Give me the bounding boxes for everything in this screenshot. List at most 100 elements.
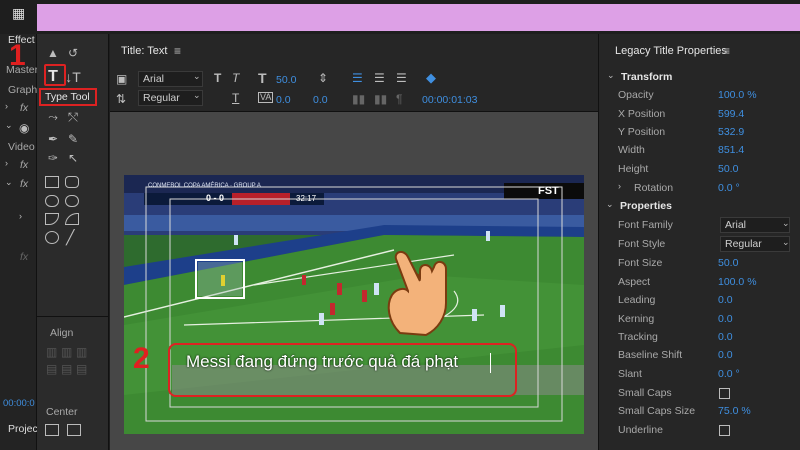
align-center-icon[interactable]: ▥: [61, 346, 72, 358]
chevron-down-icon[interactable]: ⌄: [193, 91, 201, 100]
underline-label: Underline: [618, 424, 663, 436]
font-family-dropdown[interactable]: Arial: [720, 217, 790, 233]
align-top-icon[interactable]: ▤: [46, 363, 57, 375]
width-value[interactable]: 851.4: [718, 144, 744, 156]
rounded-rectangle-tool-icon[interactable]: [65, 176, 79, 188]
underline-row: Underline: [618, 424, 798, 442]
ellipse-tool-icon[interactable]: [45, 231, 59, 244]
area-type-tool-icon[interactable]: ⤳: [44, 108, 62, 126]
clipped-rectangle-tool-icon[interactable]: [45, 195, 59, 207]
align-center-text-icon[interactable]: ☰: [374, 72, 385, 84]
transform-header[interactable]: Transform: [621, 71, 672, 83]
add-anchor-tool-icon[interactable]: ✑: [44, 149, 62, 167]
chevron-right-icon[interactable]: ›: [618, 182, 621, 191]
panel-menu-icon[interactable]: ≡: [723, 45, 730, 57]
chevron-down-icon[interactable]: ⌄: [782, 219, 790, 228]
chevron-down-icon[interactable]: ⌄: [193, 72, 201, 81]
kerning-value[interactable]: 0.0: [718, 313, 733, 325]
rotation-value[interactable]: 0.0 °: [718, 182, 740, 194]
project-tab[interactable]: Projec: [8, 423, 38, 435]
kerning-value[interactable]: 0.0: [276, 94, 291, 106]
rectangle-tool-icon[interactable]: [45, 176, 59, 188]
chevron-down-icon[interactable]: ⌄: [5, 178, 13, 187]
align-right-text-icon[interactable]: ☰: [396, 72, 407, 84]
opacity-value[interactable]: 100.0 %: [718, 89, 757, 101]
small-caps-checkbox[interactable]: [719, 388, 730, 399]
tab-stops-icon[interactable]: ¶: [396, 93, 402, 105]
center-vertical-icon[interactable]: [67, 424, 81, 436]
font-size-icon[interactable]: T: [258, 71, 267, 85]
tracking-value[interactable]: 0.0: [718, 331, 733, 343]
title-timecode[interactable]: 00:00:01:03: [422, 94, 477, 106]
tab-stops-icon[interactable]: ▮▮: [352, 93, 365, 105]
underline-icon[interactable]: T: [232, 92, 239, 104]
wedge-tool-icon[interactable]: [45, 213, 59, 225]
fx-label[interactable]: fx: [20, 159, 28, 171]
show-video-icon[interactable]: ◆: [426, 71, 436, 84]
italic-icon[interactable]: T: [232, 72, 239, 84]
bold-icon[interactable]: T: [214, 72, 221, 84]
align-bottom-icon[interactable]: ▤: [76, 363, 87, 375]
page-title: Title: Text: [121, 45, 168, 57]
font-family-value: Arial: [143, 73, 165, 85]
fx-label[interactable]: fx: [20, 102, 28, 114]
fx-label[interactable]: fx: [20, 178, 28, 190]
leading-value[interactable]: 0.0: [718, 294, 733, 306]
arc-tool-icon[interactable]: [65, 213, 79, 225]
scoreboard-score: 0 - 0: [206, 193, 225, 203]
chevron-down-icon[interactable]: ⌄: [782, 238, 790, 247]
chevron-down-icon[interactable]: ⌄: [606, 200, 614, 209]
slant-value[interactable]: 0.0 °: [718, 368, 740, 380]
align-left-text-icon[interactable]: ☰: [352, 72, 363, 84]
font-size-value[interactable]: 50.0: [718, 257, 738, 269]
broadcaster-logo: FST: [538, 185, 559, 197]
kerning-icon[interactable]: VA: [258, 92, 274, 103]
align-right-icon[interactable]: ▥: [76, 346, 87, 358]
selection-tool-icon[interactable]: ▲: [44, 44, 62, 62]
properties-header[interactable]: Properties: [620, 200, 672, 212]
center-horizontal-icon[interactable]: [45, 424, 59, 436]
convert-anchor-tool-icon[interactable]: ↖: [64, 149, 82, 167]
eye-icon[interactable]: ◉: [19, 122, 29, 134]
roll-crawl-icon[interactable]: ⇅: [116, 93, 126, 105]
font-size-value[interactable]: 50.0: [276, 74, 296, 86]
vertical-type-tool-icon[interactable]: ↓T: [64, 68, 82, 86]
baseline-shift-value[interactable]: 0.0: [718, 349, 733, 361]
chevron-right-icon[interactable]: ›: [19, 212, 22, 221]
font-style-dropdown[interactable]: Regular: [720, 236, 790, 252]
chevron-right-icon[interactable]: ›: [5, 159, 8, 168]
height-value[interactable]: 50.0: [718, 163, 738, 175]
workspace-icon[interactable]: ▦: [12, 6, 25, 20]
chevron-down-icon[interactable]: ⌄: [607, 71, 615, 80]
rotation-tool-icon[interactable]: ↺: [64, 44, 82, 62]
scoreboard-clock: 32:17: [296, 194, 317, 203]
rotation-label: Rotation: [634, 182, 674, 194]
panel-menu-icon[interactable]: ≡: [174, 45, 181, 57]
line-tool-icon[interactable]: ╱: [66, 230, 74, 244]
align-left-icon[interactable]: ▥: [46, 346, 57, 358]
baseline-shift-label: Baseline Shift: [618, 349, 683, 361]
small-caps-size-value[interactable]: 75.0 %: [718, 405, 751, 417]
font-style-row: Font Style Regular ⌄: [618, 236, 798, 256]
y-position-value[interactable]: 532.9: [718, 126, 744, 138]
width-label: Width: [618, 144, 645, 156]
chevron-right-icon[interactable]: ›: [5, 102, 8, 111]
rounded-corner-tool-icon[interactable]: [65, 195, 79, 207]
leading-icon[interactable]: ⇕: [318, 72, 328, 84]
vertical-area-type-tool-icon[interactable]: ⤲: [64, 108, 82, 126]
aspect-value[interactable]: 100.0 %: [718, 276, 757, 288]
x-position-value[interactable]: 599.4: [718, 108, 744, 120]
tab-stops-icon[interactable]: ▮▮: [374, 93, 387, 105]
delete-anchor-tool-icon[interactable]: ✎: [64, 130, 82, 148]
font-size-row: Font Size 50.0: [618, 257, 798, 275]
underline-checkbox[interactable]: [719, 425, 730, 436]
properties-header-row: ⌄ Properties: [604, 200, 794, 218]
timecode[interactable]: 00:00:0: [3, 398, 35, 409]
leading-value[interactable]: 0.0: [313, 94, 328, 106]
pen-tool-icon[interactable]: ✒: [44, 130, 62, 148]
width-row: Width 851.4: [618, 144, 798, 162]
align-middle-icon[interactable]: ▤: [61, 363, 72, 375]
new-title-icon[interactable]: ▣: [116, 73, 127, 85]
chevron-down-icon[interactable]: ⌄: [5, 121, 13, 130]
fx-label[interactable]: fx: [20, 251, 28, 263]
